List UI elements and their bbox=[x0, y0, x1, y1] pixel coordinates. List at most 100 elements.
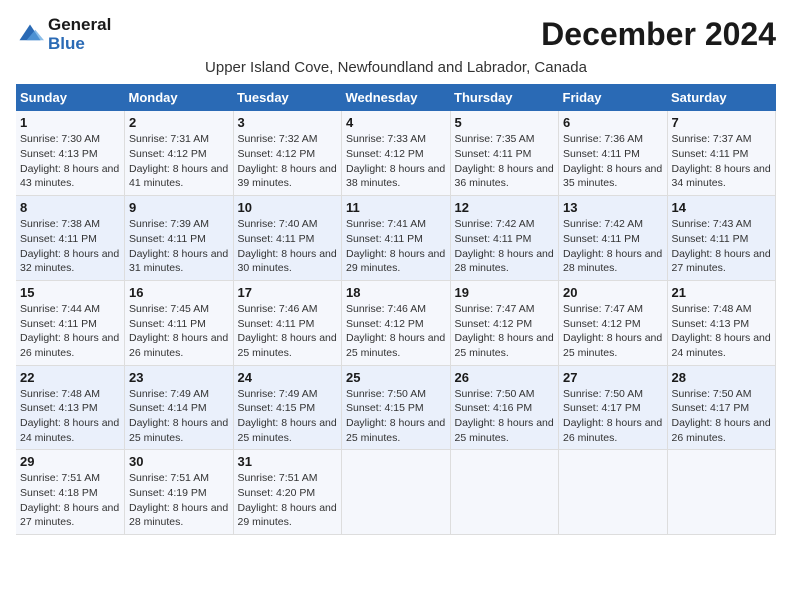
calendar-cell: 8 Sunrise: 7:38 AMSunset: 4:11 PMDaylight… bbox=[16, 196, 125, 281]
calendar-cell: 16 Sunrise: 7:45 AMSunset: 4:11 PMDayligh… bbox=[125, 280, 234, 365]
calendar-week-row: 22 Sunrise: 7:48 AMSunset: 4:13 PMDayligh… bbox=[16, 365, 776, 450]
calendar-cell bbox=[342, 450, 451, 535]
day-number: 23 bbox=[129, 370, 229, 385]
calendar-cell bbox=[450, 450, 559, 535]
day-info: Sunrise: 7:47 AMSunset: 4:12 PMDaylight:… bbox=[455, 302, 555, 361]
day-info: Sunrise: 7:51 AMSunset: 4:20 PMDaylight:… bbox=[238, 471, 338, 530]
calendar-cell: 21Sunrise: 7:48 AMSunset: 4:13 PMDayligh… bbox=[667, 280, 776, 365]
calendar-title: December 2024 bbox=[541, 16, 776, 53]
day-info: Sunrise: 7:42 AMSunset: 4:11 PMDaylight:… bbox=[455, 217, 555, 276]
day-number: 5 bbox=[455, 115, 555, 130]
calendar-cell: 2 Sunrise: 7:31 AMSunset: 4:12 PMDaylight… bbox=[125, 111, 234, 195]
calendar-cell bbox=[559, 450, 668, 535]
day-number: 12 bbox=[455, 200, 555, 215]
day-info: Sunrise: 7:48 AMSunset: 4:13 PMDaylight:… bbox=[20, 387, 120, 446]
calendar-cell: 6 Sunrise: 7:36 AMSunset: 4:11 PMDaylight… bbox=[559, 111, 668, 195]
day-number: 24 bbox=[238, 370, 338, 385]
header-wednesday: Wednesday bbox=[342, 84, 451, 111]
day-number: 16 bbox=[129, 285, 229, 300]
day-info: Sunrise: 7:37 AMSunset: 4:11 PMDaylight:… bbox=[672, 132, 772, 191]
day-info: Sunrise: 7:47 AMSunset: 4:12 PMDaylight:… bbox=[563, 302, 663, 361]
day-info: Sunrise: 7:31 AMSunset: 4:12 PMDaylight:… bbox=[129, 132, 229, 191]
calendar-cell: 26Sunrise: 7:50 AMSunset: 4:16 PMDayligh… bbox=[450, 365, 559, 450]
calendar-week-row: 1 Sunrise: 7:30 AMSunset: 4:13 PMDaylight… bbox=[16, 111, 776, 195]
calendar-cell: 4Sunrise: 7:33 AMSunset: 4:12 PMDaylight… bbox=[342, 111, 451, 195]
calendar-cell: 17Sunrise: 7:46 AMSunset: 4:11 PMDayligh… bbox=[233, 280, 342, 365]
day-number: 29 bbox=[20, 454, 120, 469]
calendar-cell: 30 Sunrise: 7:51 AMSunset: 4:19 PMDayligh… bbox=[125, 450, 234, 535]
calendar-cell: 10 Sunrise: 7:40 AMSunset: 4:11 PMDayligh… bbox=[233, 196, 342, 281]
day-number: 22 bbox=[20, 370, 120, 385]
day-info: Sunrise: 7:51 AMSunset: 4:19 PMDaylight:… bbox=[129, 471, 229, 530]
day-info: Sunrise: 7:38 AMSunset: 4:11 PMDaylight:… bbox=[20, 217, 120, 276]
day-info: Sunrise: 7:49 AMSunset: 4:14 PMDaylight:… bbox=[129, 387, 229, 446]
day-info: Sunrise: 7:51 AMSunset: 4:18 PMDaylight:… bbox=[20, 471, 120, 530]
calendar-cell: 19Sunrise: 7:47 AMSunset: 4:12 PMDayligh… bbox=[450, 280, 559, 365]
day-number: 4 bbox=[346, 115, 446, 130]
day-info: Sunrise: 7:39 AMSunset: 4:11 PMDaylight:… bbox=[129, 217, 229, 276]
calendar-cell: 20 Sunrise: 7:47 AMSunset: 4:12 PMDayligh… bbox=[559, 280, 668, 365]
header-saturday: Saturday bbox=[667, 84, 776, 111]
day-number: 11 bbox=[346, 200, 446, 215]
day-info: Sunrise: 7:46 AMSunset: 4:12 PMDaylight:… bbox=[346, 302, 446, 361]
day-info: Sunrise: 7:42 AMSunset: 4:11 PMDaylight:… bbox=[563, 217, 663, 276]
header-friday: Friday bbox=[559, 84, 668, 111]
calendar-cell: 18 Sunrise: 7:46 AMSunset: 4:12 PMDayligh… bbox=[342, 280, 451, 365]
calendar-cell: 5Sunrise: 7:35 AMSunset: 4:11 PMDaylight… bbox=[450, 111, 559, 195]
day-info: Sunrise: 7:50 AMSunset: 4:17 PMDaylight:… bbox=[672, 387, 772, 446]
calendar-cell: 11 Sunrise: 7:41 AMSunset: 4:11 PMDayligh… bbox=[342, 196, 451, 281]
logo: General Blue bbox=[16, 16, 111, 53]
day-info: Sunrise: 7:50 AMSunset: 4:15 PMDaylight:… bbox=[346, 387, 446, 446]
day-number: 8 bbox=[20, 200, 120, 215]
header-thursday: Thursday bbox=[450, 84, 559, 111]
calendar-week-row: 29 Sunrise: 7:51 AMSunset: 4:18 PMDayligh… bbox=[16, 450, 776, 535]
calendar-week-row: 8 Sunrise: 7:38 AMSunset: 4:11 PMDaylight… bbox=[16, 196, 776, 281]
day-number: 14 bbox=[672, 200, 772, 215]
day-number: 9 bbox=[129, 200, 229, 215]
day-number: 1 bbox=[20, 115, 120, 130]
day-number: 20 bbox=[563, 285, 663, 300]
logo-text: General Blue bbox=[48, 16, 111, 53]
day-info: Sunrise: 7:32 AMSunset: 4:12 PMDaylight:… bbox=[238, 132, 338, 191]
day-number: 6 bbox=[563, 115, 663, 130]
header-sunday: Sunday bbox=[16, 84, 125, 111]
day-info: Sunrise: 7:50 AMSunset: 4:17 PMDaylight:… bbox=[563, 387, 663, 446]
calendar-cell bbox=[667, 450, 776, 535]
day-info: Sunrise: 7:43 AMSunset: 4:11 PMDaylight:… bbox=[672, 217, 772, 276]
day-info: Sunrise: 7:50 AMSunset: 4:16 PMDaylight:… bbox=[455, 387, 555, 446]
calendar-cell: 29 Sunrise: 7:51 AMSunset: 4:18 PMDayligh… bbox=[16, 450, 125, 535]
calendar-table: SundayMondayTuesdayWednesdayThursdayFrid… bbox=[16, 84, 776, 535]
calendar-week-row: 15Sunrise: 7:44 AMSunset: 4:11 PMDayligh… bbox=[16, 280, 776, 365]
day-number: 27 bbox=[563, 370, 663, 385]
day-info: Sunrise: 7:30 AMSunset: 4:13 PMDaylight:… bbox=[20, 132, 120, 191]
day-info: Sunrise: 7:48 AMSunset: 4:13 PMDaylight:… bbox=[672, 302, 772, 361]
day-number: 31 bbox=[238, 454, 338, 469]
day-info: Sunrise: 7:41 AMSunset: 4:11 PMDaylight:… bbox=[346, 217, 446, 276]
day-number: 18 bbox=[346, 285, 446, 300]
day-info: Sunrise: 7:40 AMSunset: 4:11 PMDaylight:… bbox=[238, 217, 338, 276]
subtitle: Upper Island Cove, Newfoundland and Labr… bbox=[16, 59, 776, 76]
logo-icon bbox=[16, 21, 44, 49]
day-number: 17 bbox=[238, 285, 338, 300]
calendar-cell: 1 Sunrise: 7:30 AMSunset: 4:13 PMDaylight… bbox=[16, 111, 125, 195]
calendar-cell: 28 Sunrise: 7:50 AMSunset: 4:17 PMDayligh… bbox=[667, 365, 776, 450]
calendar-cell: 25Sunrise: 7:50 AMSunset: 4:15 PMDayligh… bbox=[342, 365, 451, 450]
day-info: Sunrise: 7:36 AMSunset: 4:11 PMDaylight:… bbox=[563, 132, 663, 191]
calendar-cell: 12 Sunrise: 7:42 AMSunset: 4:11 PMDayligh… bbox=[450, 196, 559, 281]
calendar-cell: 9 Sunrise: 7:39 AMSunset: 4:11 PMDaylight… bbox=[125, 196, 234, 281]
calendar-cell: 27 Sunrise: 7:50 AMSunset: 4:17 PMDayligh… bbox=[559, 365, 668, 450]
days-header-row: SundayMondayTuesdayWednesdayThursdayFrid… bbox=[16, 84, 776, 111]
day-number: 13 bbox=[563, 200, 663, 215]
header-monday: Monday bbox=[125, 84, 234, 111]
day-number: 10 bbox=[238, 200, 338, 215]
calendar-cell: 7Sunrise: 7:37 AMSunset: 4:11 PMDaylight… bbox=[667, 111, 776, 195]
day-number: 2 bbox=[129, 115, 229, 130]
day-info: Sunrise: 7:44 AMSunset: 4:11 PMDaylight:… bbox=[20, 302, 120, 361]
calendar-cell: 24Sunrise: 7:49 AMSunset: 4:15 PMDayligh… bbox=[233, 365, 342, 450]
calendar-cell: 13 Sunrise: 7:42 AMSunset: 4:11 PMDayligh… bbox=[559, 196, 668, 281]
header-tuesday: Tuesday bbox=[233, 84, 342, 111]
day-number: 28 bbox=[672, 370, 772, 385]
day-number: 30 bbox=[129, 454, 229, 469]
day-info: Sunrise: 7:45 AMSunset: 4:11 PMDaylight:… bbox=[129, 302, 229, 361]
header: General Blue December 2024 bbox=[16, 16, 776, 53]
